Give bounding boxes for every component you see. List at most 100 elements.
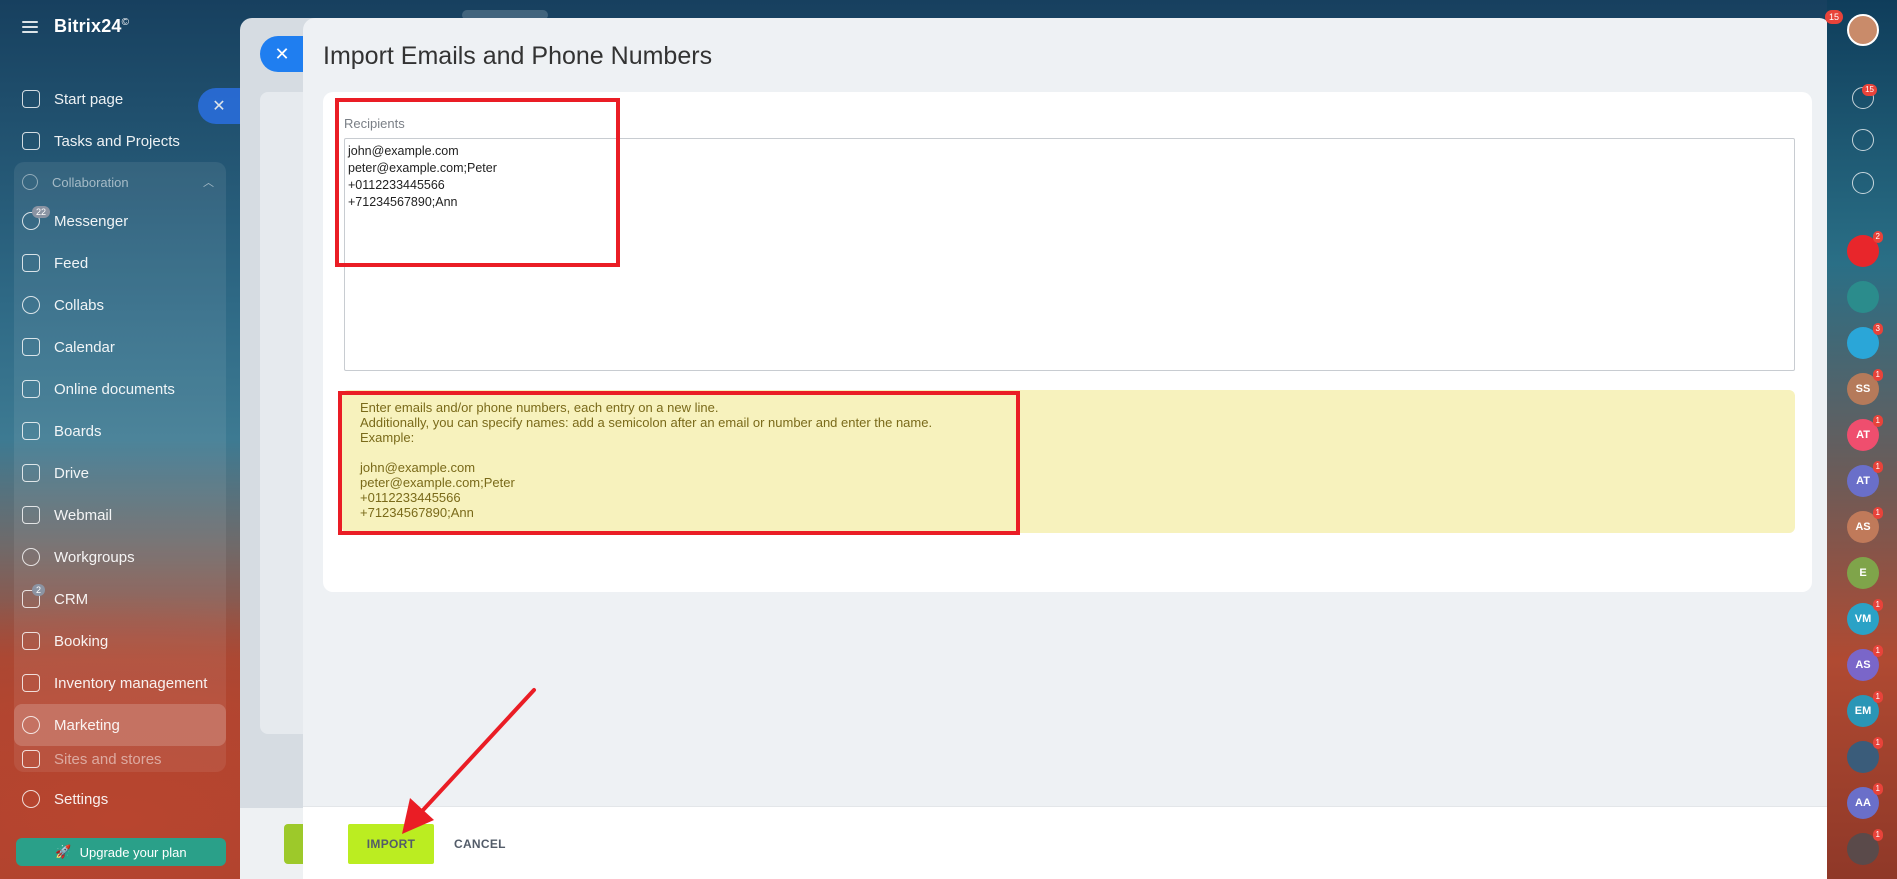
recipients-label: Recipients [344,116,405,131]
avatar-counter-badge: 1 [1872,415,1883,427]
board-icon [22,422,40,440]
chat-avatar[interactable]: AA 1 [1847,783,1883,819]
left-sidebar: Bitrix24© Start page Tasks and Projects … [0,0,240,879]
sidebar-item-webmail[interactable]: Webmail [14,494,226,536]
sidebar-nav: Start page Tasks and Projects Collaborat… [14,78,226,820]
avatar-initials: AT [1856,429,1870,441]
avatar-counter-badge: 3 [1872,323,1883,335]
avatar-initials: SS [1855,383,1871,395]
chat-avatar[interactable]: EM 1 [1847,691,1883,727]
background-close-button[interactable]: ✕ [198,88,240,124]
sidebar-item-inventory[interactable]: Inventory management [14,662,226,704]
avatar-initials: E [1859,567,1867,579]
import-button[interactable]: IMPORT [348,824,434,864]
chat-avatar[interactable]: 2 [1847,231,1883,267]
import-slider: Import Emails and Phone Numbers Recipien… [303,18,1831,879]
import-form-card: Recipients Enter emails and/or phone num… [323,92,1812,592]
calendar-icon [22,338,40,356]
sidebar-item-drive[interactable]: Drive [14,452,226,494]
sidebar-group-header[interactable]: Collaboration ︿ [14,164,226,200]
chat-avatar[interactable]: AT 1 [1847,415,1883,451]
right-bar: 15 2 3 SS 1 AT 1 AT 1 AS 1 E VM 1 AS 1 EM 1 1 AA 1 1 [1831,0,1897,879]
messenger-badge: 22 [32,206,51,218]
close-icon: ✕ [274,43,290,64]
avatar-counter-badge: 1 [1872,645,1883,657]
avatar-counter-badge: 1 [1872,369,1883,381]
recipients-textarea[interactable] [344,138,1795,371]
chat-avatar[interactable]: SS 1 [1847,369,1883,405]
collaboration-icon [22,174,38,190]
close-button[interactable]: ✕ [260,36,304,72]
menu-icon[interactable] [22,20,38,33]
chevron-up-icon: ︿ [203,177,214,189]
mail-icon [22,506,40,524]
sidebar-item-tasks[interactable]: Tasks and Projects [14,120,226,162]
sidebar-item-collabs[interactable]: Collabs [14,284,226,326]
chat-avatar[interactable]: 3 [1847,323,1883,359]
page-title: Import Emails and Phone Numbers [323,42,713,70]
search-chat-icon[interactable] [1852,172,1874,194]
avatar-counter-badge: 1 [1872,599,1883,611]
sidebar-item-calendar[interactable]: Calendar [14,326,226,368]
sidebar-item-online-documents[interactable]: Online documents [14,368,226,410]
crm-badge: 2 [32,584,46,596]
slider-footer: IMPORT CANCEL [303,806,1831,879]
chat-avatar[interactable]: AS 1 [1847,645,1883,681]
drive-icon [22,464,40,482]
checkbox-icon [22,132,40,150]
feed-icon [22,254,40,272]
chat-avatar[interactable]: AT 1 [1847,461,1883,497]
avatar-initials: AS [1855,521,1871,533]
sites-icon [22,750,40,768]
workgroups-icon [22,548,40,566]
sidebar-item-sites[interactable]: Sites and stores [14,746,226,772]
user-avatar[interactable] [1847,14,1879,46]
rocket-icon: 🚀 [55,844,72,859]
hint-line: Enter emails and/or phone numbers, each … [360,400,719,415]
sidebar-item-workgroups[interactable]: Workgroups [14,536,226,578]
inventory-icon [22,674,40,692]
home-icon [22,90,40,108]
avatar-counter-badge: 1 [1872,691,1883,703]
avatar-initials: EM [1854,705,1872,717]
hint-example: +71234567890;Ann [360,505,474,520]
marketing-icon [22,716,40,734]
sidebar-item-boards[interactable]: Boards [14,410,226,452]
sidebar-item-settings[interactable]: Settings [14,778,226,820]
chat-avatar[interactable]: 1 [1847,829,1883,865]
avatar-counter-badge: 1 [1872,829,1883,841]
logo[interactable]: Bitrix24© [54,16,129,37]
hint-example: +0112233445566 [360,490,461,505]
sidebar-item-marketing[interactable]: Marketing [14,704,226,746]
hint-line: Example: [360,430,415,445]
sidebar-item-feed[interactable]: Feed [14,242,226,284]
chat-avatar[interactable]: VM 1 [1847,599,1883,635]
avatar-counter-badge: 2 [1872,231,1883,243]
avatar-initials: AS [1855,659,1871,671]
logo-row: Bitrix24© [22,16,129,37]
avatar-counter-badge: 1 [1872,737,1883,749]
avatar-initials: AT [1856,475,1870,487]
avatar-counter-badge: 1 [1872,783,1883,795]
chat-avatar[interactable]: E [1847,557,1879,589]
cancel-button[interactable]: CANCEL [450,824,510,864]
chat-avatar[interactable]: AS 1 [1847,507,1883,543]
sidebar-item-start-page[interactable]: Start page [14,78,226,120]
fingerprint-icon[interactable] [1852,129,1874,151]
avatar-counter-badge: 1 [1872,461,1883,473]
bell-icon[interactable]: 15 [1852,84,1877,109]
avatar-initials: AA [1855,797,1871,809]
upgrade-plan-button[interactable]: 🚀 Upgrade your plan [16,838,226,866]
hint-box: Enter emails and/or phone numbers, each … [342,390,1795,533]
collabs-icon [22,296,40,314]
sidebar-item-booking[interactable]: Booking [14,620,226,662]
booking-icon [22,632,40,650]
sidebar-item-crm[interactable]: 2 CRM [14,578,226,620]
sidebar-item-messenger[interactable]: 22 Messenger [14,200,226,242]
chat-avatar[interactable]: 1 [1847,737,1883,773]
avatar-counter-badge: 1 [1872,507,1883,519]
sidebar-group-collaboration: Collaboration ︿ 22 Messenger Feed Collab… [14,162,226,772]
gear-icon [22,790,40,808]
chat-avatar[interactable] [1847,281,1879,313]
background-slider-button [284,824,304,864]
